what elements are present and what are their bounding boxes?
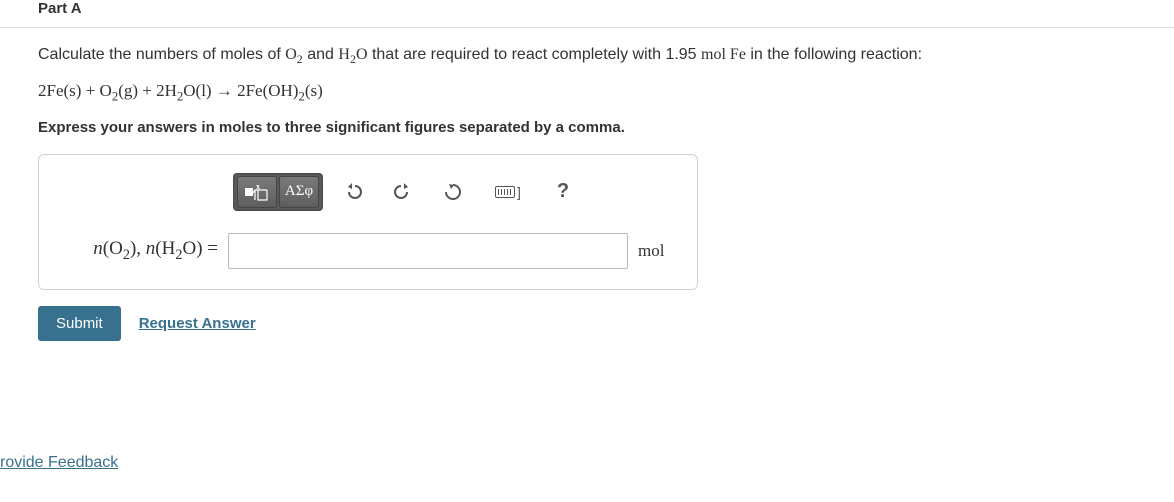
q-molfe: mol Fe (701, 46, 746, 63)
template-tool-button[interactable]: x (237, 176, 277, 208)
eq-p7: (s) (305, 81, 323, 100)
q-o2: O2 (285, 46, 303, 63)
part-header: Part A (0, 0, 1174, 28)
question-content: Calculate the numbers of moles of O2 and… (0, 46, 1174, 341)
q-h2o-o: O (356, 46, 368, 63)
redo-button[interactable] (383, 175, 423, 209)
eq-p5: O(l) → 2Fe(OH) (183, 81, 298, 100)
q-text-after: in the following reaction: (746, 46, 922, 63)
submit-row: Submit Request Answer (38, 306, 1174, 341)
provide-feedback-link[interactable]: rovide Feedback (0, 454, 118, 472)
q-fe: Fe (726, 46, 746, 63)
template-icon: x (244, 182, 270, 202)
q-h2o: H2O (338, 46, 367, 63)
help-button[interactable]: ? (543, 175, 583, 209)
lbl-comma: , (136, 238, 146, 259)
reset-button[interactable] (433, 175, 473, 209)
lbl-n2: n (146, 238, 156, 259)
undo-button[interactable] (333, 175, 373, 209)
q-and: and (303, 46, 339, 63)
submit-button[interactable]: Submit (38, 306, 121, 341)
eq-p3: (g) + 2H (118, 81, 177, 100)
lbl-h2oh: H (162, 238, 176, 259)
question-text: Calculate the numbers of moles of O2 and… (38, 46, 1174, 67)
unit-label: mol (638, 241, 664, 261)
lbl-o22: 2 (123, 246, 130, 262)
lbl-n1: n (93, 238, 103, 259)
bracket-icon: ] (517, 184, 521, 200)
q-h2o-h: H (338, 46, 350, 63)
undo-icon (343, 182, 363, 202)
request-answer-link[interactable]: Request Answer (139, 315, 256, 332)
q-mol: mol (701, 46, 726, 63)
reset-icon (443, 182, 463, 202)
redo-icon (393, 182, 413, 202)
q-text-mid: that are required to react completely wi… (368, 46, 702, 63)
answer-input[interactable] (228, 233, 628, 269)
keyboard-button[interactable]: ] (483, 175, 533, 209)
equation: 2Fe(s) + O2(g) + 2H2O(l) → 2Fe(OH)2(s) (38, 81, 1174, 104)
answer-box: x ΑΣφ ] ? n(O2), n(H2O) = (38, 154, 698, 290)
variable-label: n(O2), n(H2O) = (53, 238, 218, 264)
eq-p1: 2Fe(s) + O (38, 81, 112, 100)
tool-group-formatting: x ΑΣφ (233, 173, 323, 211)
input-row: n(O2), n(H2O) = mol (53, 233, 683, 269)
greek-tool-button[interactable]: ΑΣφ (279, 176, 319, 208)
lbl-h2oo: O (182, 238, 196, 259)
equation-toolbar: x ΑΣφ ] ? (233, 173, 683, 211)
instruction: Express your answers in moles to three s… (38, 119, 1174, 136)
lbl-o2o: O (109, 238, 123, 259)
q-o2-o: O (285, 46, 297, 63)
lbl-eq: = (203, 238, 218, 259)
q-text-before: Calculate the numbers of moles of (38, 46, 285, 63)
keyboard-icon (495, 186, 515, 198)
